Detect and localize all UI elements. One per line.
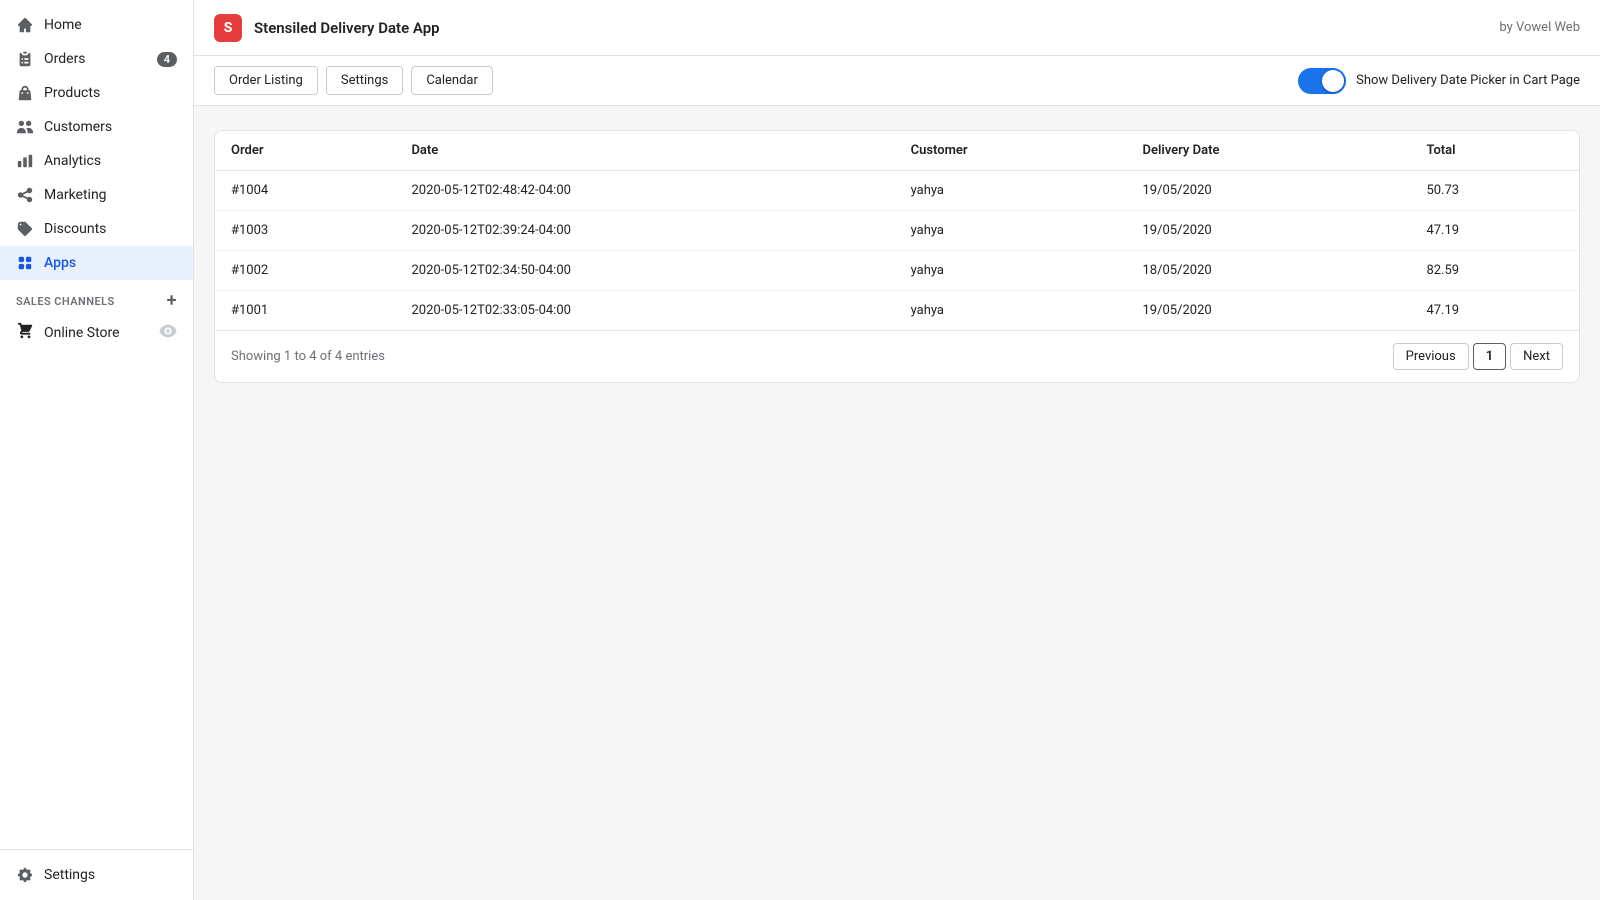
orders-table: Order Date Customer Delivery Date Total … (215, 131, 1579, 330)
cell-order: #1004 (215, 171, 395, 211)
sidebar-item-discounts-label: Discounts (44, 221, 106, 237)
sidebar-item-orders[interactable]: Orders 4 (0, 42, 193, 76)
tabbar: Order Listing Settings Calendar Show Del… (194, 56, 1600, 106)
cell-date: 2020-05-12T02:33:05-04:00 (395, 291, 894, 331)
col-total: Total (1410, 131, 1579, 171)
sidebar-item-discounts[interactable]: Discounts (0, 212, 193, 246)
delivery-date-toggle[interactable] (1298, 68, 1346, 94)
cell-order: #1001 (215, 291, 395, 331)
table-header: Order Date Customer Delivery Date Total (215, 131, 1579, 171)
cell-date: 2020-05-12T02:39:24-04:00 (395, 211, 894, 251)
cell-total: 50.73 (1410, 171, 1579, 211)
cell-customer: yahya (895, 171, 1127, 211)
sidebar-item-home[interactable]: Home (0, 8, 193, 42)
cell-delivery-date: 18/05/2020 (1127, 251, 1411, 291)
add-sales-channel-icon[interactable]: + (167, 292, 177, 310)
page-1-button[interactable]: 1 (1473, 343, 1506, 370)
col-delivery-date: Delivery Date (1127, 131, 1411, 171)
previous-button[interactable]: Previous (1393, 343, 1469, 370)
cell-customer: yahya (895, 291, 1127, 331)
orders-card: Order Date Customer Delivery Date Total … (214, 130, 1580, 383)
analytics-icon (16, 152, 34, 170)
toggle-area: Show Delivery Date Picker in Cart Page (1298, 68, 1580, 94)
sidebar-item-analytics-label: Analytics (44, 153, 101, 169)
toggle-label: Show Delivery Date Picker in Cart Page (1356, 73, 1580, 88)
settings-icon (16, 866, 34, 884)
table-body: #1004 2020-05-12T02:48:42-04:00 yahya 19… (215, 171, 1579, 331)
cell-date: 2020-05-12T02:48:42-04:00 (395, 171, 894, 211)
table-row[interactable]: #1004 2020-05-12T02:48:42-04:00 yahya 19… (215, 171, 1579, 211)
main-content: S Stensiled Delivery Date App by Vowel W… (194, 0, 1600, 900)
app-title: Stensiled Delivery Date App (254, 19, 440, 37)
col-order: Order (215, 131, 395, 171)
orders-icon (16, 50, 34, 68)
tab-order-listing[interactable]: Order Listing (214, 66, 318, 95)
sidebar-item-settings-label: Settings (44, 867, 95, 883)
home-icon (16, 16, 34, 34)
sidebar-item-orders-label: Orders (44, 51, 86, 67)
cell-order: #1002 (215, 251, 395, 291)
sidebar-item-settings[interactable]: Settings (0, 858, 193, 892)
cell-customer: yahya (895, 251, 1127, 291)
sales-channels-section: SALES CHANNELS + (0, 280, 193, 314)
cell-date: 2020-05-12T02:34:50-04:00 (395, 251, 894, 291)
sidebar-item-customers-label: Customers (44, 119, 112, 135)
cell-order: #1003 (215, 211, 395, 251)
eye-icon[interactable] (159, 322, 177, 344)
topbar-by: by Vowel Web (1499, 20, 1580, 35)
table-row[interactable]: #1003 2020-05-12T02:39:24-04:00 yahya 19… (215, 211, 1579, 251)
online-store-label: Online Store (44, 325, 120, 341)
tab-settings[interactable]: Settings (326, 66, 403, 95)
marketing-icon (16, 186, 34, 204)
cell-total: 47.19 (1410, 291, 1579, 331)
content-area: Order Date Customer Delivery Date Total … (194, 106, 1600, 900)
next-button[interactable]: Next (1510, 343, 1563, 370)
sidebar-item-online-store[interactable]: Online Store (0, 314, 193, 352)
col-date: Date (395, 131, 894, 171)
table-row[interactable]: #1002 2020-05-12T02:34:50-04:00 yahya 18… (215, 251, 1579, 291)
cell-total: 47.19 (1410, 211, 1579, 251)
products-icon (16, 84, 34, 102)
cell-total: 82.59 (1410, 251, 1579, 291)
table-footer: Showing 1 to 4 of 4 entries Previous 1 N… (215, 330, 1579, 382)
customers-icon (16, 118, 34, 136)
col-customer: Customer (895, 131, 1127, 171)
sidebar-item-marketing[interactable]: Marketing (0, 178, 193, 212)
sidebar-item-customers[interactable]: Customers (0, 110, 193, 144)
online-store-icon (16, 322, 34, 344)
pagination: Previous 1 Next (1393, 343, 1563, 370)
cell-delivery-date: 19/05/2020 (1127, 291, 1411, 331)
topbar: S Stensiled Delivery Date App by Vowel W… (194, 0, 1600, 56)
app-logo: S (214, 14, 242, 42)
sidebar-item-products-label: Products (44, 85, 100, 101)
sidebar-nav: Home Orders 4 Products Customers A (0, 0, 193, 849)
sidebar-item-marketing-label: Marketing (44, 187, 107, 203)
cell-customer: yahya (895, 211, 1127, 251)
cell-delivery-date: 19/05/2020 (1127, 211, 1411, 251)
cell-delivery-date: 19/05/2020 (1127, 171, 1411, 211)
apps-icon (16, 254, 34, 272)
showing-entries: Showing 1 to 4 of 4 entries (231, 349, 385, 364)
sidebar-item-apps[interactable]: Apps (0, 246, 193, 280)
tab-calendar[interactable]: Calendar (411, 66, 493, 95)
sidebar-footer: Settings (0, 849, 193, 900)
sidebar-item-home-label: Home (44, 17, 82, 33)
online-store-left: Online Store (16, 322, 120, 344)
orders-badge: 4 (157, 52, 177, 67)
discounts-icon (16, 220, 34, 238)
sidebar-item-analytics[interactable]: Analytics (0, 144, 193, 178)
sales-channels-label: SALES CHANNELS (16, 295, 115, 308)
sidebar-item-apps-label: Apps (44, 255, 76, 271)
sidebar: Home Orders 4 Products Customers A (0, 0, 194, 900)
table-row[interactable]: #1001 2020-05-12T02:33:05-04:00 yahya 19… (215, 291, 1579, 331)
sidebar-item-products[interactable]: Products (0, 76, 193, 110)
